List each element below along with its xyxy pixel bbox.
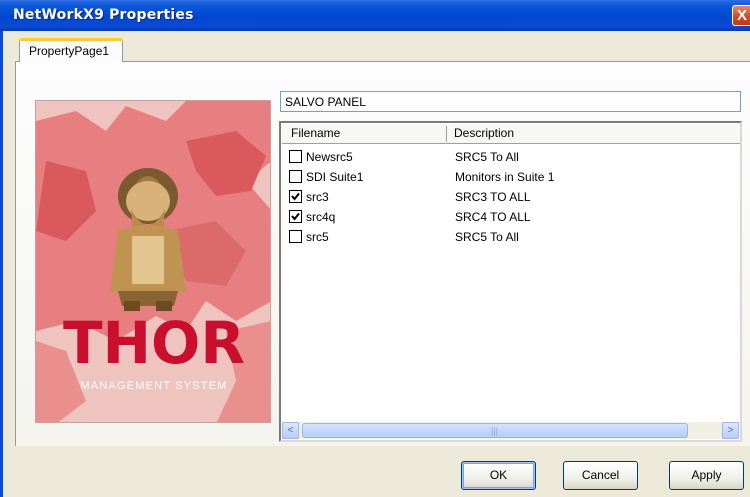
logo-artwork: THOR MANAGEMENT SYSTEM bbox=[36, 101, 270, 422]
row-filename: src5 bbox=[306, 230, 329, 244]
apply-button[interactable]: Apply bbox=[669, 461, 744, 490]
thor-logo-image: THOR MANAGEMENT SYSTEM bbox=[35, 100, 271, 423]
row-description: SRC5 To All bbox=[455, 230, 519, 244]
logo-tagline-text: MANAGEMENT SYSTEM bbox=[80, 380, 227, 392]
row-description: Monitors in Suite 1 bbox=[455, 170, 555, 184]
list-item[interactable]: src5 SRC5 To All bbox=[289, 227, 729, 247]
horizontal-scrollbar[interactable]: < ||| > bbox=[282, 422, 739, 439]
window-frame bbox=[0, 31, 3, 497]
row-checkbox[interactable] bbox=[289, 170, 302, 183]
scroll-thumb[interactable]: ||| bbox=[302, 423, 688, 438]
scroll-left-button[interactable]: < bbox=[282, 422, 299, 439]
chevron-right-icon: > bbox=[727, 425, 734, 436]
title-bar[interactable]: NetWorkX9 Properties X bbox=[0, 0, 750, 31]
close-button[interactable]: X bbox=[732, 5, 750, 26]
column-divider[interactable] bbox=[446, 126, 450, 142]
column-header-description[interactable]: Description bbox=[454, 126, 514, 140]
checkmark-icon bbox=[291, 212, 300, 221]
salvo-list[interactable]: Filename Description Newsrc5 SRC5 To All S… bbox=[279, 121, 742, 442]
tab-label: PropertyPage1 bbox=[29, 44, 110, 58]
row-checkbox[interactable] bbox=[289, 190, 302, 203]
row-filename: SDI Suite1 bbox=[306, 170, 364, 184]
cancel-button[interactable]: Cancel bbox=[563, 461, 638, 490]
tab-propertypage1[interactable]: PropertyPage1 bbox=[19, 38, 123, 62]
row-checkbox[interactable] bbox=[289, 230, 302, 243]
panel-title-value: SALVO PANEL bbox=[285, 95, 366, 109]
list-item[interactable]: Newsrc5 SRC5 To All bbox=[289, 147, 729, 167]
row-filename: src3 bbox=[306, 190, 329, 204]
row-filename: Newsrc5 bbox=[306, 150, 353, 164]
grip-icon: ||| bbox=[491, 426, 499, 436]
row-filename: src4q bbox=[306, 210, 336, 224]
ok-button[interactable]: OK bbox=[461, 461, 536, 490]
list-item[interactable]: src4q SRC4 TO ALL bbox=[289, 207, 729, 227]
row-description: SRC4 TO ALL bbox=[455, 210, 531, 224]
window-title: NetWorkX9 Properties bbox=[13, 7, 194, 23]
close-icon: X bbox=[737, 7, 748, 24]
checkmark-icon bbox=[291, 192, 300, 201]
row-checkbox[interactable] bbox=[289, 210, 302, 223]
chevron-left-icon: < bbox=[287, 425, 294, 436]
column-header-filename[interactable]: Filename bbox=[291, 126, 340, 140]
scroll-right-button[interactable]: > bbox=[722, 422, 739, 439]
list-header: Filename Description bbox=[282, 124, 740, 144]
list-item[interactable]: SDI Suite1 Monitors in Suite 1 bbox=[289, 167, 729, 187]
row-description: SRC3 TO ALL bbox=[455, 190, 531, 204]
row-description: SRC5 To All bbox=[455, 150, 519, 164]
row-checkbox[interactable] bbox=[289, 150, 302, 163]
panel-title-field[interactable]: SALVO PANEL bbox=[280, 91, 741, 112]
logo-brand-text: THOR bbox=[63, 309, 245, 377]
list-item[interactable]: src3 SRC3 TO ALL bbox=[289, 187, 729, 207]
